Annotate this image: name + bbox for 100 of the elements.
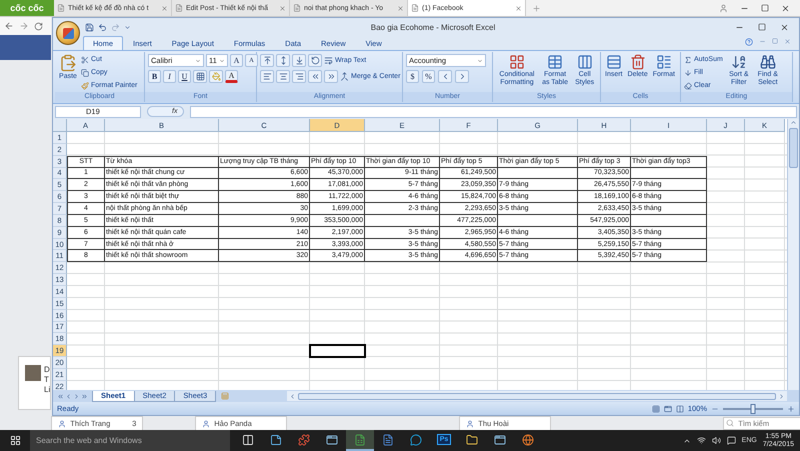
orientation-button[interactable] [308,54,322,67]
font-color-button[interactable]: A [225,70,238,83]
grow-font-button[interactable]: A [230,54,243,67]
bottom-align-icon [294,56,304,65]
delete-icon [630,54,646,70]
scrollbar-thumb[interactable] [789,128,798,168]
first-sheet-icon[interactable] [57,392,64,400]
chat-icon [410,434,422,446]
page-icon [293,4,301,12]
bar-grid-icon [508,54,525,70]
customize-icon[interactable] [124,24,131,30]
close-icon[interactable] [780,22,789,32]
rotate-icon [310,56,320,65]
align-right-button[interactable] [292,70,306,83]
person-icon [466,420,474,428]
zoom-in-icon[interactable] [787,404,795,412]
table-icon [547,54,564,70]
decrease-decimal-button[interactable] [455,70,469,83]
window-icon [494,434,506,446]
page-break-icon[interactable] [676,404,684,412]
outdent-icon [310,72,320,81]
horizontal-scrollbar[interactable] [287,391,787,401]
search-field[interactable]: Search the web and Windows [30,430,230,451]
currency-button[interactable]: $ [406,70,419,83]
save-icon[interactable] [85,22,94,32]
wrap-text-icon [324,56,333,65]
puzzle-icon [298,434,310,446]
folder-icon [466,434,478,446]
borders-button[interactable] [193,70,207,83]
notification-text: D [44,365,50,375]
format-icon [656,54,672,70]
top-align-icon [262,56,272,65]
align-left-button[interactable] [260,70,274,83]
back-icon[interactable] [4,21,14,31]
decrease-indent-button[interactable] [308,70,322,83]
bold-button[interactable]: B [148,70,161,83]
increase-indent-button[interactable] [324,70,338,83]
top-align-button[interactable] [260,54,274,67]
middle-align-icon [278,56,288,65]
forward-icon[interactable] [19,21,29,31]
zoom-thumb[interactable] [750,404,756,414]
merge-icon [340,72,349,81]
window-icon [326,434,338,446]
photo-placeholder [25,365,41,381]
globe-icon [522,434,534,446]
notification-text: Li [44,385,50,395]
maximize-icon[interactable] [758,22,766,30]
profile-icon[interactable] [719,4,728,12]
percent-button[interactable]: % [422,70,435,83]
person-icon [202,420,210,428]
normal-view-icon[interactable] [652,404,660,412]
volume-icon[interactable] [712,436,721,445]
increase-decimal-button[interactable] [438,70,452,83]
paintbrush-icon [81,82,89,90]
underline-button[interactable]: U [178,70,191,83]
scissors-icon [81,56,89,64]
previous-sheet-icon[interactable] [65,392,72,400]
start-icon[interactable] [10,435,20,446]
reload-icon[interactable] [34,22,43,30]
indent-icon [326,72,336,81]
grid-icon [196,72,204,81]
help-icon[interactable] [745,38,753,46]
align-center-icon [278,72,288,81]
last-sheet-icon[interactable] [81,392,88,400]
site-header-bar [0,35,52,60]
insert-rows-icon [606,54,622,70]
sort-icon [730,54,747,70]
notifications-icon[interactable] [726,436,736,445]
next-sheet-icon[interactable] [73,392,80,400]
cell-style-icon [576,54,593,70]
restore-icon[interactable] [772,38,778,44]
middle-align-button[interactable] [276,54,290,67]
sigma-icon [684,56,692,64]
page-layout-icon[interactable] [664,404,672,412]
paint-bucket-icon [212,72,220,81]
task-view-icon [242,434,254,446]
page-icon [57,4,65,12]
caret-icon [195,58,201,64]
document-icon [382,434,394,446]
maximize-icon[interactable] [761,4,769,12]
caret-icon [477,58,483,64]
copy-icon [81,68,89,76]
align-left-icon [262,72,272,81]
close-icon[interactable] [781,4,790,12]
undo-icon[interactable] [98,22,107,32]
formula-field[interactable] [190,106,797,118]
eraser-icon [684,82,692,90]
page-icon [411,4,419,12]
italic-button[interactable]: I [163,70,176,83]
align-right-icon [294,72,304,81]
caret-icon [219,58,225,64]
clipboard-icon [59,54,77,72]
scrollbar-thumb[interactable] [298,392,776,400]
vertical-scrollbar[interactable] [787,119,799,390]
align-center-button[interactable] [276,70,290,83]
network-icon[interactable] [696,436,706,445]
window-title: Bao gia Ecohome - Microsoft Excel [370,22,496,32]
notification-text: T [44,375,50,385]
bottom-align-button[interactable] [292,54,306,67]
fill-color-button[interactable] [209,70,223,83]
